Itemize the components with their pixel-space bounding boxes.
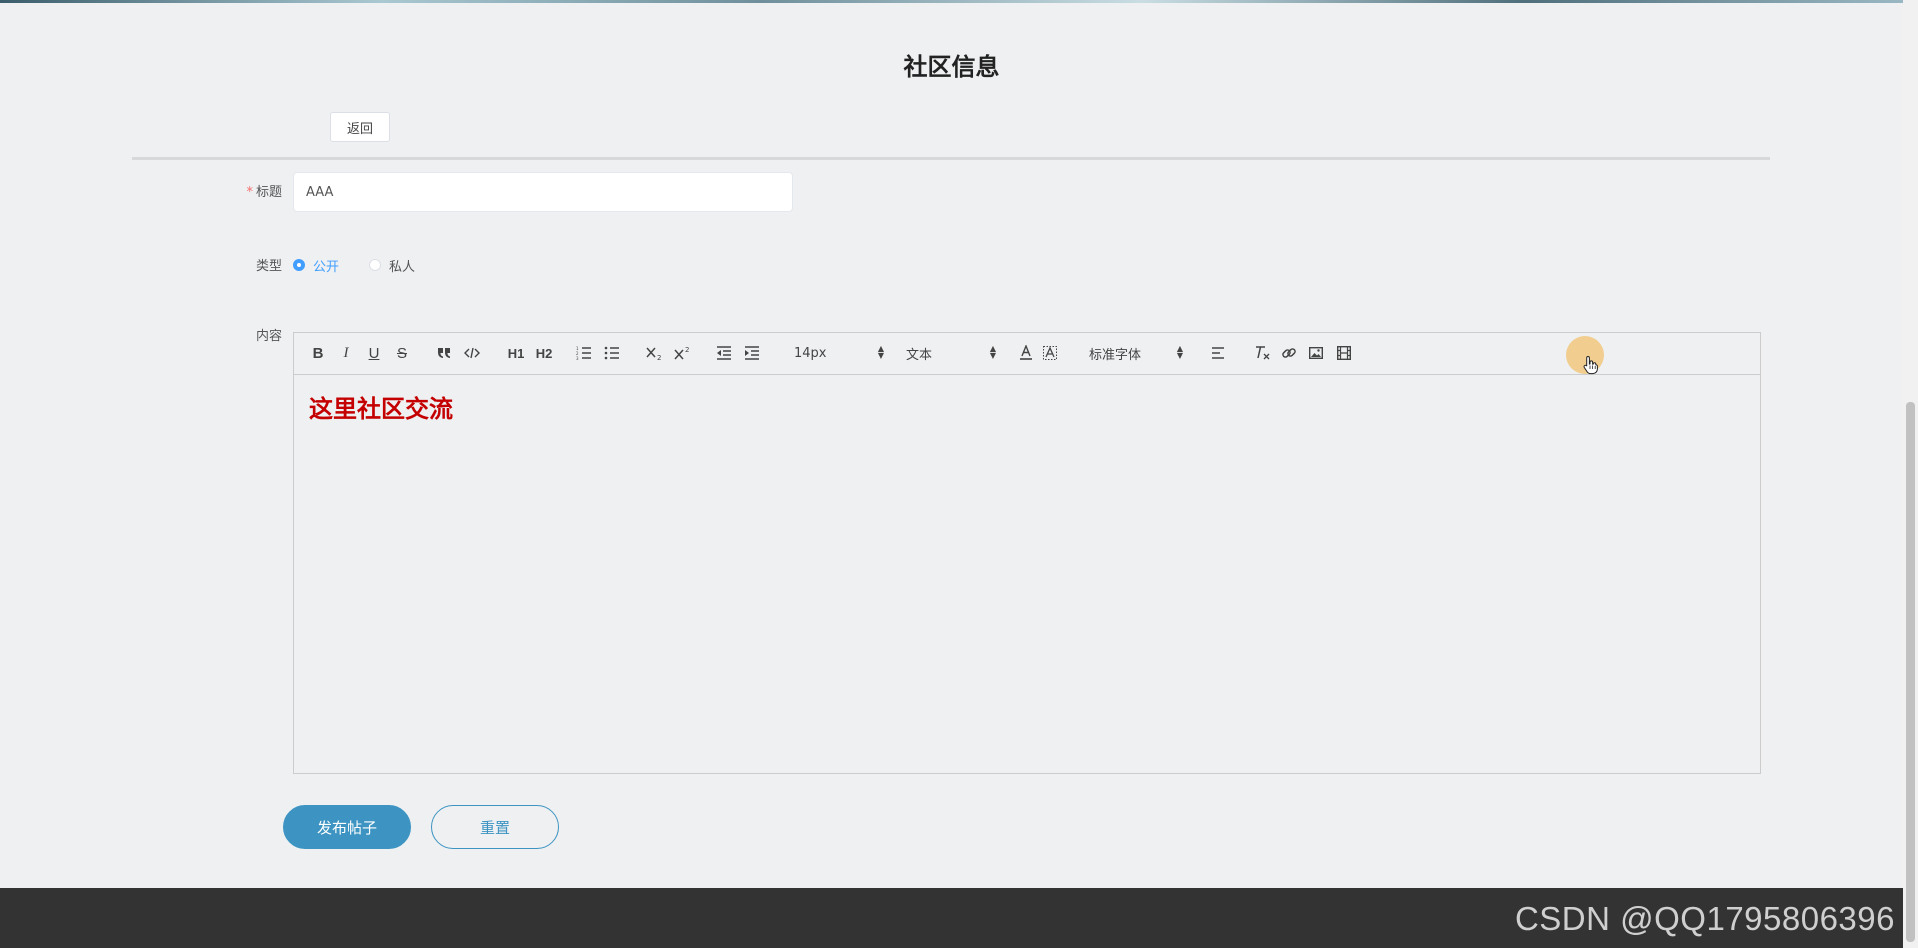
subscript-icon: 2 — [646, 347, 661, 360]
radio-public-dot[interactable] — [293, 259, 305, 271]
font-family-select[interactable]: 标准字体 ▲ ▼ — [1089, 343, 1183, 363]
radio-public[interactable]: 公开 — [293, 256, 339, 275]
header-divider — [132, 157, 1770, 160]
bullet-list-icon — [604, 346, 619, 360]
page-title: 社区信息 — [903, 53, 1000, 81]
editor-toolbar: B I U S H1 H2 123 2 2 14px ▲ ▼ 文本 ▲ ▼ 标准… — [294, 333, 1760, 375]
code-icon — [464, 347, 480, 359]
h1-button[interactable]: H1 — [504, 343, 528, 363]
svg-text:3: 3 — [576, 356, 579, 360]
clear-format-icon — [1256, 346, 1270, 360]
bullet-list-button[interactable] — [602, 343, 622, 363]
title-label: * 标题 — [212, 181, 282, 200]
link-button[interactable] — [1278, 343, 1300, 363]
radio-private-dot[interactable] — [369, 259, 382, 271]
required-star: * — [246, 185, 253, 200]
h1-label: H1 — [507, 345, 525, 361]
underline-button[interactable]: U — [364, 343, 384, 363]
reset-button[interactable]: 重置 — [431, 805, 559, 849]
page-footer: CSDN @QQ1795806396 — [0, 888, 1903, 948]
font-color-button[interactable] — [1016, 343, 1036, 363]
svg-text:2: 2 — [657, 354, 661, 360]
radio-public-label: 公开 — [313, 259, 340, 275]
font-color-icon — [1020, 345, 1032, 360]
type-label: 类型 — [255, 259, 282, 274]
quote-icon — [438, 348, 450, 358]
publish-post-button[interactable]: 发布帖子 — [283, 805, 411, 849]
outdent-button[interactable] — [714, 343, 734, 363]
font-family-value: 标准字体 — [1089, 347, 1142, 363]
indent-button[interactable] — [742, 343, 762, 363]
csdn-watermark: CSDN @QQ1795806396 — [1514, 900, 1895, 937]
back-button[interactable]: 返回 — [330, 112, 390, 142]
type-radio-group: 公开 私人 — [293, 255, 445, 275]
header-style-select[interactable]: 文本 ▲ ▼ — [906, 343, 996, 363]
outdent-icon — [717, 346, 731, 360]
top-banner-strip — [0, 0, 1903, 3]
ordered-list-icon: 123 — [576, 346, 591, 360]
italic-button[interactable]: I — [336, 343, 356, 363]
blockquote-button[interactable] — [434, 343, 454, 363]
svg-text:2: 2 — [685, 346, 689, 354]
radio-private[interactable]: 私人 — [369, 256, 415, 275]
title-input[interactable] — [293, 172, 793, 212]
font-size-value: 14px — [794, 345, 827, 361]
image-icon — [1309, 347, 1323, 359]
vertical-scrollbar[interactable] — [1903, 0, 1918, 948]
image-button[interactable] — [1306, 343, 1326, 363]
hand-cursor-icon — [1583, 355, 1598, 375]
rich-text-editor: B I U S H1 H2 123 2 2 14px ▲ ▼ 文本 ▲ ▼ 标准… — [293, 332, 1761, 774]
content-label: 内容 — [255, 329, 282, 344]
superscript-button[interactable]: 2 — [672, 343, 694, 363]
editor-content-area[interactable]: 这里社区交流 — [294, 375, 1760, 438]
video-icon — [1337, 346, 1351, 360]
header-style-value: 文本 — [906, 347, 933, 363]
scrollbar-thumb[interactable] — [1906, 402, 1915, 942]
background-color-button[interactable] — [1040, 343, 1060, 363]
code-block-button[interactable] — [462, 343, 482, 363]
h2-button[interactable]: H2 — [532, 343, 556, 363]
editor-content-text[interactable]: 这里社区交流 — [309, 389, 1745, 424]
font-size-select[interactable]: 14px ▲ ▼ — [794, 343, 884, 363]
link-icon — [1282, 348, 1296, 358]
select-arrows-icon: ▲ ▼ — [989, 344, 996, 360]
ordered-list-button[interactable]: 123 — [574, 343, 594, 363]
indent-icon — [745, 346, 759, 360]
align-left-icon — [1212, 347, 1224, 359]
select-arrows-icon: ▲ ▼ — [1176, 344, 1183, 360]
subscript-button[interactable]: 2 — [644, 343, 666, 363]
title-label-text: 标题 — [255, 185, 282, 200]
radio-private-label: 私人 — [389, 259, 416, 275]
align-button[interactable] — [1208, 343, 1228, 363]
clear-format-button[interactable] — [1252, 343, 1274, 363]
video-button[interactable] — [1334, 343, 1354, 363]
strike-button[interactable]: S — [392, 343, 412, 363]
background-color-icon — [1043, 346, 1057, 360]
h2-label: H2 — [535, 345, 553, 361]
superscript-icon: 2 — [674, 346, 689, 360]
select-arrows-icon: ▲ ▼ — [877, 344, 884, 360]
bold-button[interactable]: B — [308, 343, 328, 363]
